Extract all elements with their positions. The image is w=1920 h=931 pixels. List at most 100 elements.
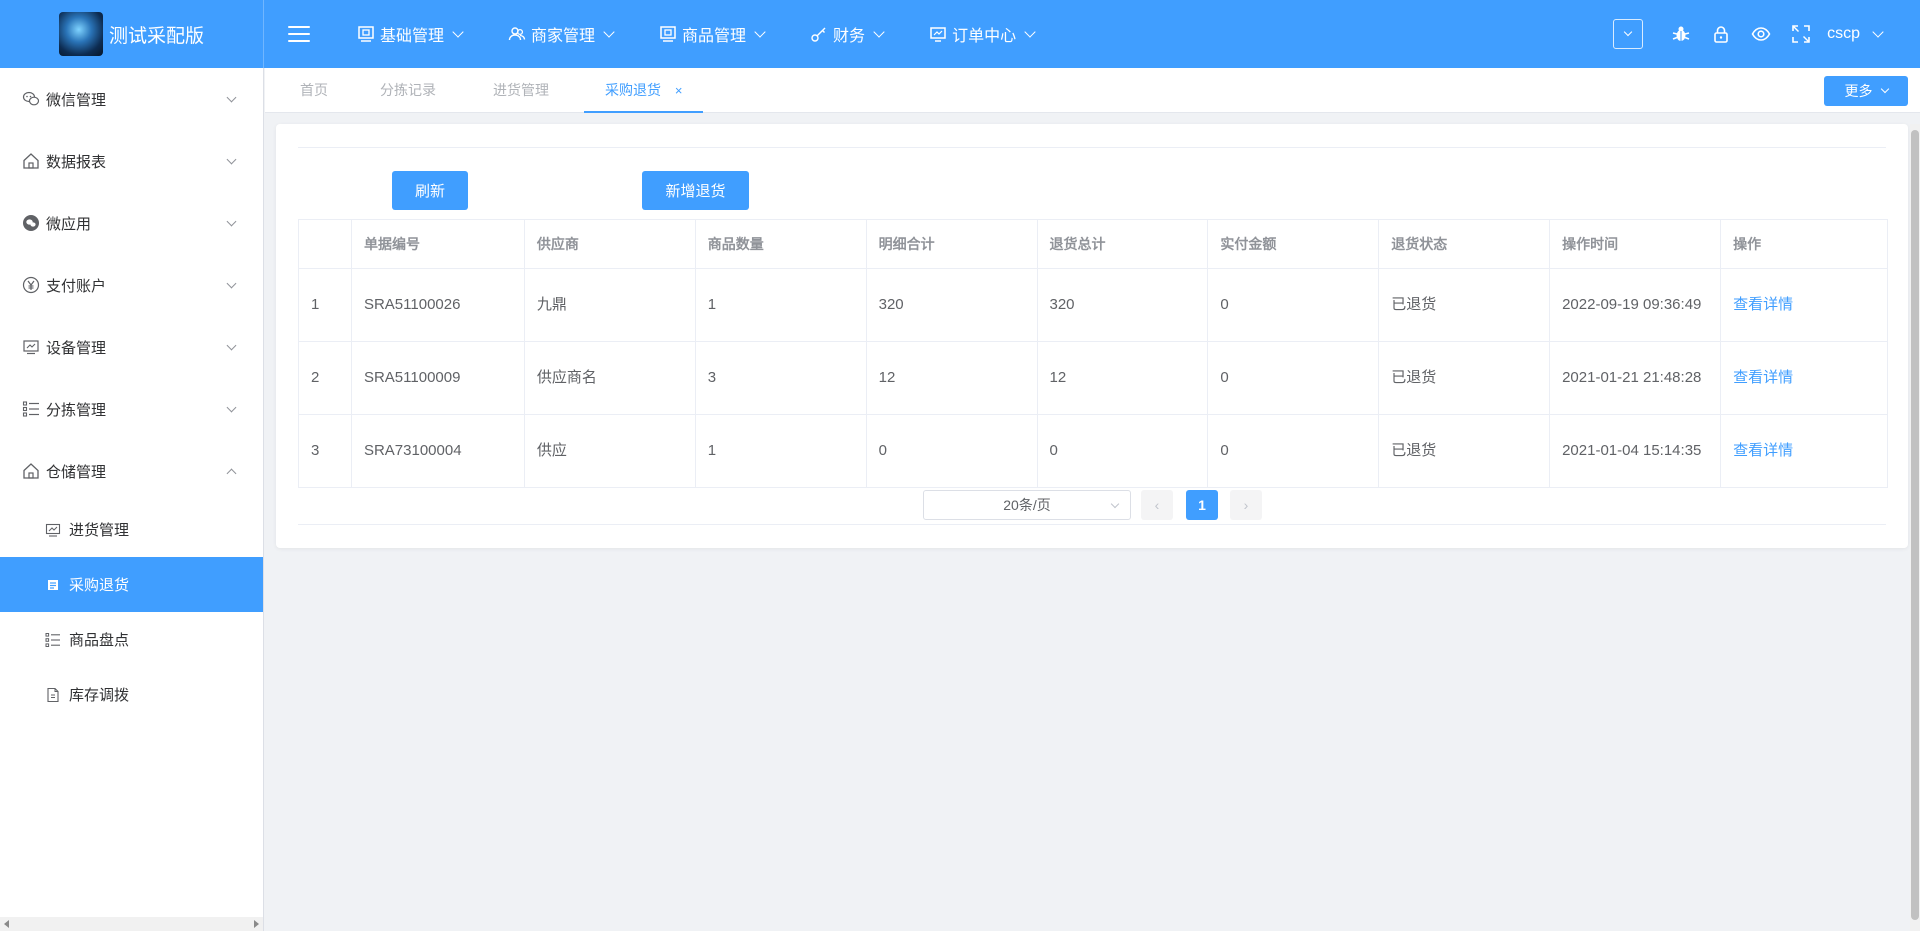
hamburger-icon bbox=[288, 26, 310, 42]
chevron-down-icon bbox=[226, 216, 237, 227]
topnav-merchant[interactable]: 商家管理 bbox=[485, 0, 636, 68]
monitor-icon bbox=[357, 25, 375, 43]
key-icon bbox=[810, 25, 828, 43]
tab-bar: 首页 分拣记录 进货管理 采购退货 × 更多 bbox=[265, 68, 1920, 113]
tab-label: 分拣记录 bbox=[380, 82, 436, 98]
sidebar-item-payment[interactable]: 支付账户 bbox=[0, 254, 263, 316]
doc-icon bbox=[45, 577, 61, 593]
lock-icon[interactable] bbox=[1710, 23, 1732, 45]
scroll-left-icon[interactable] bbox=[4, 920, 9, 928]
cell-qty: 1 bbox=[694, 414, 867, 488]
user-menu[interactable]: cscp bbox=[1827, 25, 1884, 43]
tab-sorting-records[interactable]: 分拣记录 bbox=[380, 68, 436, 113]
main-card: 刷新 新增退货 单据编号 供应商 商品数量 明细合计 退货总计 实付金额 退货状… bbox=[276, 124, 1908, 548]
tab-purchase-in[interactable]: 进货管理 bbox=[493, 68, 549, 113]
topnav-label: 订单中心 bbox=[952, 28, 1017, 45]
column-header: 单据编号 bbox=[350, 219, 525, 269]
tab-label: 首页 bbox=[300, 82, 328, 98]
cell-action: 查看详情 bbox=[1720, 341, 1888, 415]
next-page-button[interactable]: › bbox=[1230, 490, 1262, 520]
page-size-label: 20条/页 bbox=[1003, 497, 1051, 513]
tab-home[interactable]: 首页 bbox=[300, 68, 328, 113]
sidebar-item-devices[interactable]: 设备管理 bbox=[0, 316, 263, 378]
more-button[interactable]: 更多 bbox=[1824, 76, 1908, 106]
cell-paid: 0 bbox=[1207, 268, 1380, 342]
page-number-button[interactable]: 1 bbox=[1186, 490, 1218, 520]
header-tools: cscp bbox=[1613, 0, 1920, 68]
sidebar-item-label: 分拣管理 bbox=[46, 401, 107, 419]
sidebar-horizontal-scrollbar[interactable] bbox=[0, 917, 263, 931]
chevron-down-icon bbox=[1623, 27, 1633, 37]
cell-code: SRA51100026 bbox=[350, 268, 525, 342]
scrollbar-thumb[interactable] bbox=[1911, 130, 1919, 920]
home-icon bbox=[22, 152, 40, 170]
view-detail-link[interactable]: 查看详情 bbox=[1733, 369, 1793, 386]
sidebar-subitem-stocktake[interactable]: 商品盘点 bbox=[0, 612, 263, 667]
column-header: 退货状态 bbox=[1378, 219, 1551, 269]
topnav-label: 基础管理 bbox=[380, 28, 445, 45]
cell-index: 2 bbox=[298, 341, 352, 415]
fullscreen-icon[interactable] bbox=[1790, 23, 1812, 45]
monitor-icon bbox=[45, 522, 61, 538]
view-detail-link[interactable]: 查看详情 bbox=[1733, 442, 1793, 459]
sidebar-subitem-purchase-in[interactable]: 进货管理 bbox=[0, 502, 263, 557]
tab-purchase-return[interactable]: 采购退货 × bbox=[584, 68, 704, 113]
sidebar-item-warehouse[interactable]: 仓储管理 bbox=[0, 440, 263, 502]
topnav-goods[interactable]: 商品管理 bbox=[636, 0, 787, 68]
topnav-finance[interactable]: 财务 bbox=[787, 0, 906, 68]
sidebar-subitem-transfer[interactable]: 库存调拨 bbox=[0, 667, 263, 722]
chevron-down-icon bbox=[1880, 84, 1889, 94]
pagination: 20条/页 ‹ 1 › bbox=[276, 490, 1908, 520]
cell-paid: 0 bbox=[1207, 341, 1380, 415]
sidebar-subitem-label: 商品盘点 bbox=[69, 632, 130, 649]
cell-action: 查看详情 bbox=[1720, 414, 1888, 488]
cell-time: 2021-01-04 15:14:35 bbox=[1549, 414, 1722, 488]
system-select[interactable] bbox=[1613, 19, 1644, 49]
eye-icon[interactable] bbox=[1750, 23, 1772, 45]
page-size-select[interactable]: 20条/页 bbox=[923, 490, 1131, 520]
top-header: 测试采配版 基础管理 商家管理 商品管理 财务 订单中心 cscp bbox=[0, 0, 1920, 68]
close-icon[interactable]: × bbox=[675, 68, 683, 113]
view-detail-link[interactable]: 查看详情 bbox=[1733, 296, 1793, 313]
divider bbox=[298, 524, 1886, 525]
return-table: 单据编号 供应商 商品数量 明细合计 退货总计 实付金额 退货状态 操作时间 操… bbox=[298, 219, 1888, 488]
cell-code: SRA51100009 bbox=[350, 341, 525, 415]
chevron-down-icon bbox=[1110, 499, 1120, 509]
chevron-down-icon bbox=[226, 340, 237, 351]
logo-area[interactable]: 测试采配版 bbox=[0, 0, 264, 68]
sidebar-item-label: 微应用 bbox=[46, 215, 92, 233]
table-header-row: 单据编号 供应商 商品数量 明细合计 退货总计 实付金额 退货状态 操作时间 操… bbox=[298, 219, 1888, 269]
list-icon bbox=[45, 632, 61, 648]
sidebar-subitem-label: 库存调拨 bbox=[69, 687, 130, 704]
topnav-orders[interactable]: 订单中心 bbox=[906, 0, 1057, 68]
chevron-down-icon bbox=[226, 402, 237, 413]
chevron-down-icon bbox=[226, 154, 237, 165]
sidebar-item-wechat[interactable]: 微信管理 bbox=[0, 68, 263, 130]
chevron-down-icon bbox=[452, 25, 464, 38]
sidebar-item-reports[interactable]: 数据报表 bbox=[0, 130, 263, 192]
column-header: 操作时间 bbox=[1549, 219, 1722, 269]
chevron-down-icon bbox=[603, 25, 615, 38]
tab-label: 采购退货 bbox=[605, 82, 661, 98]
topnav-basic[interactable]: 基础管理 bbox=[334, 0, 485, 68]
bug-icon[interactable] bbox=[1670, 23, 1692, 45]
cell-return-total: 0 bbox=[1036, 414, 1209, 488]
cell-action: 查看详情 bbox=[1720, 268, 1888, 342]
sidebar-item-label: 仓储管理 bbox=[46, 463, 107, 481]
sidebar-item-microapp[interactable]: 微应用 bbox=[0, 192, 263, 254]
wechat-filled-icon bbox=[22, 214, 40, 232]
topnav-label: 商品管理 bbox=[682, 28, 747, 45]
sidebar-item-label: 数据报表 bbox=[46, 153, 107, 171]
sidebar-item-sorting[interactable]: 分拣管理 bbox=[0, 378, 263, 440]
prev-page-button[interactable]: ‹ bbox=[1141, 490, 1173, 520]
scroll-right-icon[interactable] bbox=[254, 920, 259, 928]
add-return-button[interactable]: 新增退货 bbox=[642, 171, 749, 210]
app-logo bbox=[58, 12, 103, 56]
menu-toggle-button[interactable] bbox=[264, 0, 334, 68]
sidebar-subitem-purchase-return[interactable]: 采购退货 bbox=[0, 557, 263, 612]
chevron-down-icon bbox=[226, 278, 237, 289]
cell-supplier: 供应商名 bbox=[523, 341, 696, 415]
refresh-button[interactable]: 刷新 bbox=[392, 171, 468, 210]
chevron-down-icon bbox=[226, 92, 237, 103]
cell-return-total: 320 bbox=[1036, 268, 1209, 342]
